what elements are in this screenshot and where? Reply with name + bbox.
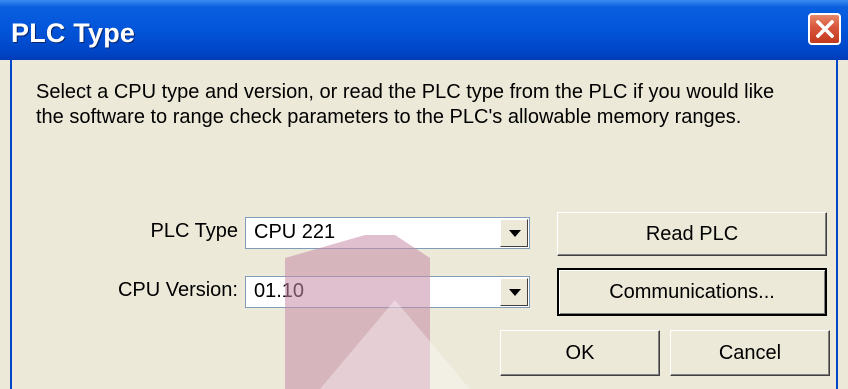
read-plc-button-label: Read PLC [645, 222, 739, 245]
instructions-text: Select a CPU type and version, or read t… [36, 80, 836, 130]
cancel-button-label: Cancel [718, 341, 782, 364]
cancel-button[interactable]: Cancel [670, 330, 830, 376]
chevron-down-icon [509, 289, 521, 296]
plc-type-select[interactable]: CPU 221 [245, 217, 530, 249]
window-title: PLC Type [11, 18, 136, 48]
close-icon [816, 20, 834, 38]
plc-type-dropdown-button[interactable] [500, 219, 528, 247]
plc-type-value: CPU 221 [254, 221, 336, 243]
cpu-version-select[interactable]: 01.10 [245, 276, 530, 308]
read-plc-button[interactable]: Read PLC [557, 212, 827, 256]
ok-button-label: OK [565, 341, 595, 364]
plc-type-label: PLC Type [150, 220, 238, 242]
cpu-version-label: CPU Version: [117, 279, 238, 301]
title-bar[interactable]: PLC Type [0, 0, 848, 60]
cpu-version-value: 01.10 [254, 280, 305, 302]
ok-button[interactable]: OK [500, 330, 660, 376]
instructions-line-1: Select a CPU type and version, or read t… [36, 81, 775, 103]
plc-type-dialog: PLC Type Select a CPU type and version, … [0, 0, 848, 389]
cpu-version-dropdown-button[interactable] [500, 278, 528, 306]
communications-button[interactable]: Communications... [557, 268, 827, 316]
close-button[interactable] [808, 13, 841, 45]
chevron-down-icon [509, 230, 521, 237]
communications-button-label: Communications... [609, 280, 775, 303]
instructions-line-2: the software to range check parameters t… [36, 106, 742, 128]
